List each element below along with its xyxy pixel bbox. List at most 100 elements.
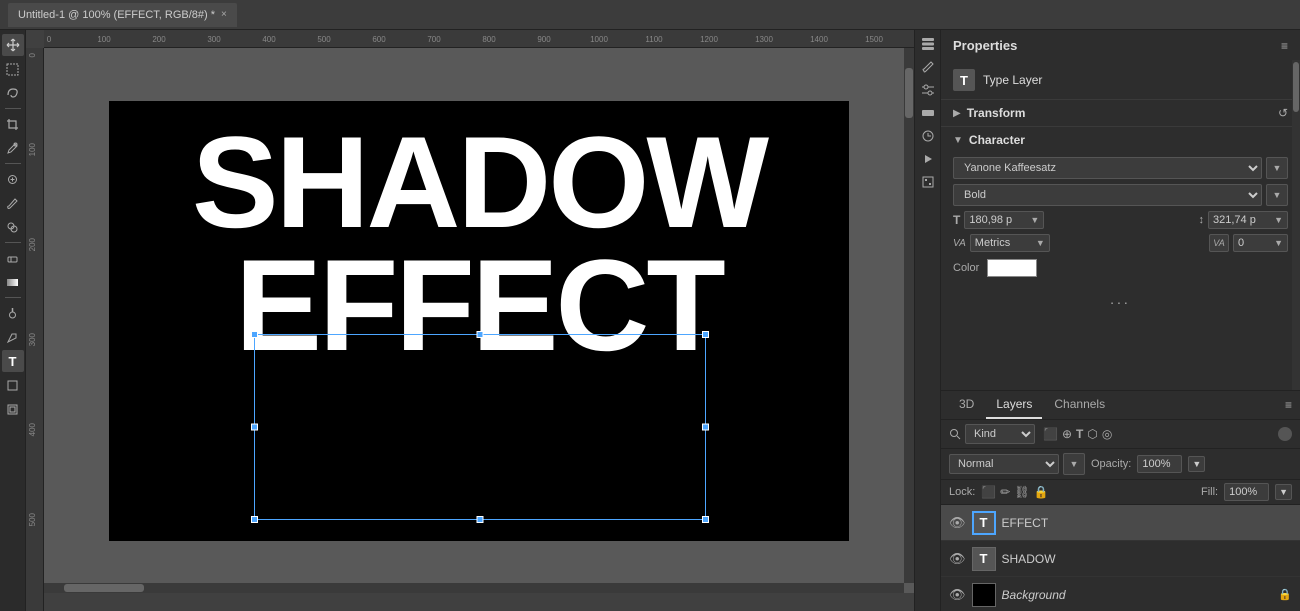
font-family-select[interactable]: Yanone Kaffeesatz — [953, 157, 1262, 179]
layer-shadow[interactable]: 👁 T SHADOW — [941, 541, 1300, 577]
adjustment-filter-icon[interactable]: ⊕ — [1062, 427, 1072, 441]
kerning-select[interactable]: Metrics ▼ — [970, 234, 1050, 252]
lock-position-icon[interactable]: ✏ — [1000, 485, 1010, 499]
eye-icon-background[interactable]: 👁 — [949, 587, 966, 603]
font-style-select[interactable]: Bold — [953, 184, 1262, 206]
separator4 — [5, 297, 21, 298]
font-size-value: 180,98 p — [969, 214, 1012, 226]
gradient-tool[interactable] — [2, 271, 24, 293]
layer-effect[interactable]: 👁 T EFFECT — [941, 505, 1300, 541]
shape-filter-icon[interactable]: ⬡ — [1087, 427, 1097, 441]
font-size-input[interactable]: 180,98 p ▼ — [964, 211, 1044, 229]
layer-name-effect: EFFECT — [1002, 516, 1292, 530]
heal-tool[interactable] — [2, 168, 24, 190]
reset-icon[interactable]: ↺ — [1278, 106, 1288, 120]
side-layers-icon[interactable] — [918, 34, 938, 54]
canvas-line2: EFFECT — [119, 244, 839, 368]
type-layer-row: T Type Layer — [941, 61, 1300, 100]
properties-scrollbar-thumb[interactable] — [1293, 62, 1299, 112]
clone-tool[interactable] — [2, 216, 24, 238]
pixel-filter-icon[interactable]: ⬛ — [1043, 427, 1058, 441]
more-options[interactable]: ... — [941, 287, 1300, 311]
fill-arrow[interactable]: ▼ — [1275, 484, 1292, 500]
blend-arrow[interactable]: ▼ — [1063, 453, 1085, 475]
brush-tool[interactable] — [2, 192, 24, 214]
layers-panel: 3D Layers Channels ≡ Kind ⬛ ⊕ T ⬡ ◎ — [941, 391, 1300, 611]
layer-thumb-shadow: T — [972, 547, 996, 571]
shape-tool[interactable] — [2, 374, 24, 396]
tracking-input[interactable]: 0 ▼ — [1233, 234, 1288, 252]
kerning-row: VA Metrics ▼ VA 0 ▼ — [953, 234, 1288, 252]
fill-value[interactable]: 100% — [1224, 483, 1269, 501]
ruler-num: 1200 — [700, 35, 718, 44]
canvas-document[interactable]: SHADOW EFFECT — [109, 101, 849, 541]
tab-channels[interactable]: Channels — [1044, 391, 1115, 419]
scrollbar-thumb-h[interactable] — [64, 584, 144, 592]
left-toolbar: T — [0, 30, 26, 611]
scrollbar-bottom[interactable] — [44, 583, 904, 593]
selection-tool[interactable] — [2, 58, 24, 80]
type-filter-icon[interactable]: T — [1076, 427, 1083, 441]
line-height-value: 321,74 p — [1213, 214, 1256, 226]
properties-menu-icon[interactable]: ≡ — [1281, 39, 1288, 53]
tab-close-button[interactable]: × — [221, 9, 227, 20]
eraser-tool[interactable] — [2, 247, 24, 269]
transform-tool[interactable] — [2, 398, 24, 420]
dodge-tool[interactable] — [2, 302, 24, 324]
lock-all-icon[interactable]: 🔒 — [1034, 485, 1049, 499]
properties-title: Properties — [953, 38, 1017, 53]
eye-icon-effect[interactable]: 👁 — [949, 515, 966, 531]
properties-scrollbar[interactable] — [1292, 60, 1300, 390]
scrollbar-thumb-v[interactable] — [905, 68, 913, 118]
lasso-tool[interactable] — [2, 82, 24, 104]
side-adjustments-icon[interactable] — [918, 80, 938, 100]
color-swatch[interactable] — [987, 259, 1037, 277]
blend-mode-select[interactable]: Normal — [949, 454, 1059, 474]
layer-background[interactable]: 👁 Background 🔒 — [941, 577, 1300, 611]
ruler-marks-top: 0 100 200 300 400 500 600 700 800 900 10… — [44, 30, 914, 47]
tracking-icon: VA — [1209, 234, 1229, 252]
tab-layers[interactable]: Layers — [986, 391, 1042, 419]
smart-filter-icon[interactable]: ◎ — [1102, 427, 1112, 441]
side-brush-icon[interactable] — [918, 57, 938, 77]
side-canvas-icon[interactable] — [918, 172, 938, 192]
tab-3d[interactable]: 3D — [949, 391, 984, 419]
canvas-area: 0 100 200 300 400 500 600 700 800 900 10… — [26, 30, 914, 611]
ruler-num: 600 — [372, 35, 385, 44]
ruler-num: 1400 — [810, 35, 828, 44]
eye-icon-shadow[interactable]: 👁 — [949, 551, 966, 567]
side-history-icon[interactable] — [918, 126, 938, 146]
character-section-header[interactable]: ▼ Character — [941, 126, 1300, 153]
style-arrow[interactable]: ▼ — [1266, 184, 1288, 206]
blend-mode-row: Normal ▼ Opacity: 100% ▼ — [941, 449, 1300, 480]
opacity-arrow[interactable]: ▼ — [1188, 456, 1205, 472]
transform-section[interactable]: ▶ Transform ↺ — [941, 100, 1300, 126]
kind-filter-select[interactable]: Kind — [965, 424, 1035, 444]
line-height-icon: ↕ — [1199, 214, 1205, 226]
filter-icons: ⬛ ⊕ T ⬡ ◎ — [1043, 427, 1112, 441]
font-family-row: Yanone Kaffeesatz ▼ — [953, 157, 1288, 179]
font-style-row: Bold ▼ — [953, 184, 1288, 206]
scrollbar-right[interactable] — [904, 48, 914, 583]
filter-toggle[interactable] — [1278, 427, 1292, 441]
document-tab[interactable]: Untitled-1 @ 100% (EFFECT, RGB/8#) * × — [8, 3, 237, 27]
side-gradient-icon[interactable] — [918, 103, 938, 123]
layers-tabs: 3D Layers Channels ≡ — [941, 391, 1300, 420]
eyedropper-tool[interactable] — [2, 137, 24, 159]
properties-header: Properties ≡ — [941, 30, 1300, 61]
line-height-input[interactable]: 321,74 p ▼ — [1208, 211, 1288, 229]
opacity-value[interactable]: 100% — [1137, 455, 1182, 473]
ruler-num: 500 — [317, 35, 330, 44]
top-bar: Untitled-1 @ 100% (EFFECT, RGB/8#) * × — [0, 0, 1300, 30]
ruler-num: 0 — [47, 35, 51, 44]
lock-pixels-icon[interactable]: ⬛ — [981, 485, 996, 499]
font-arrow[interactable]: ▼ — [1266, 157, 1288, 179]
side-actions-icon[interactable] — [918, 149, 938, 169]
character-controls: Yanone Kaffeesatz ▼ Bold ▼ — [941, 153, 1300, 287]
pen-tool[interactable] — [2, 326, 24, 348]
move-tool[interactable] — [2, 34, 24, 56]
lock-artboard-icon[interactable]: ⛓ — [1014, 485, 1029, 499]
crop-tool[interactable] — [2, 113, 24, 135]
layers-panel-menu[interactable]: ≡ — [1285, 398, 1292, 412]
type-tool[interactable]: T — [2, 350, 24, 372]
